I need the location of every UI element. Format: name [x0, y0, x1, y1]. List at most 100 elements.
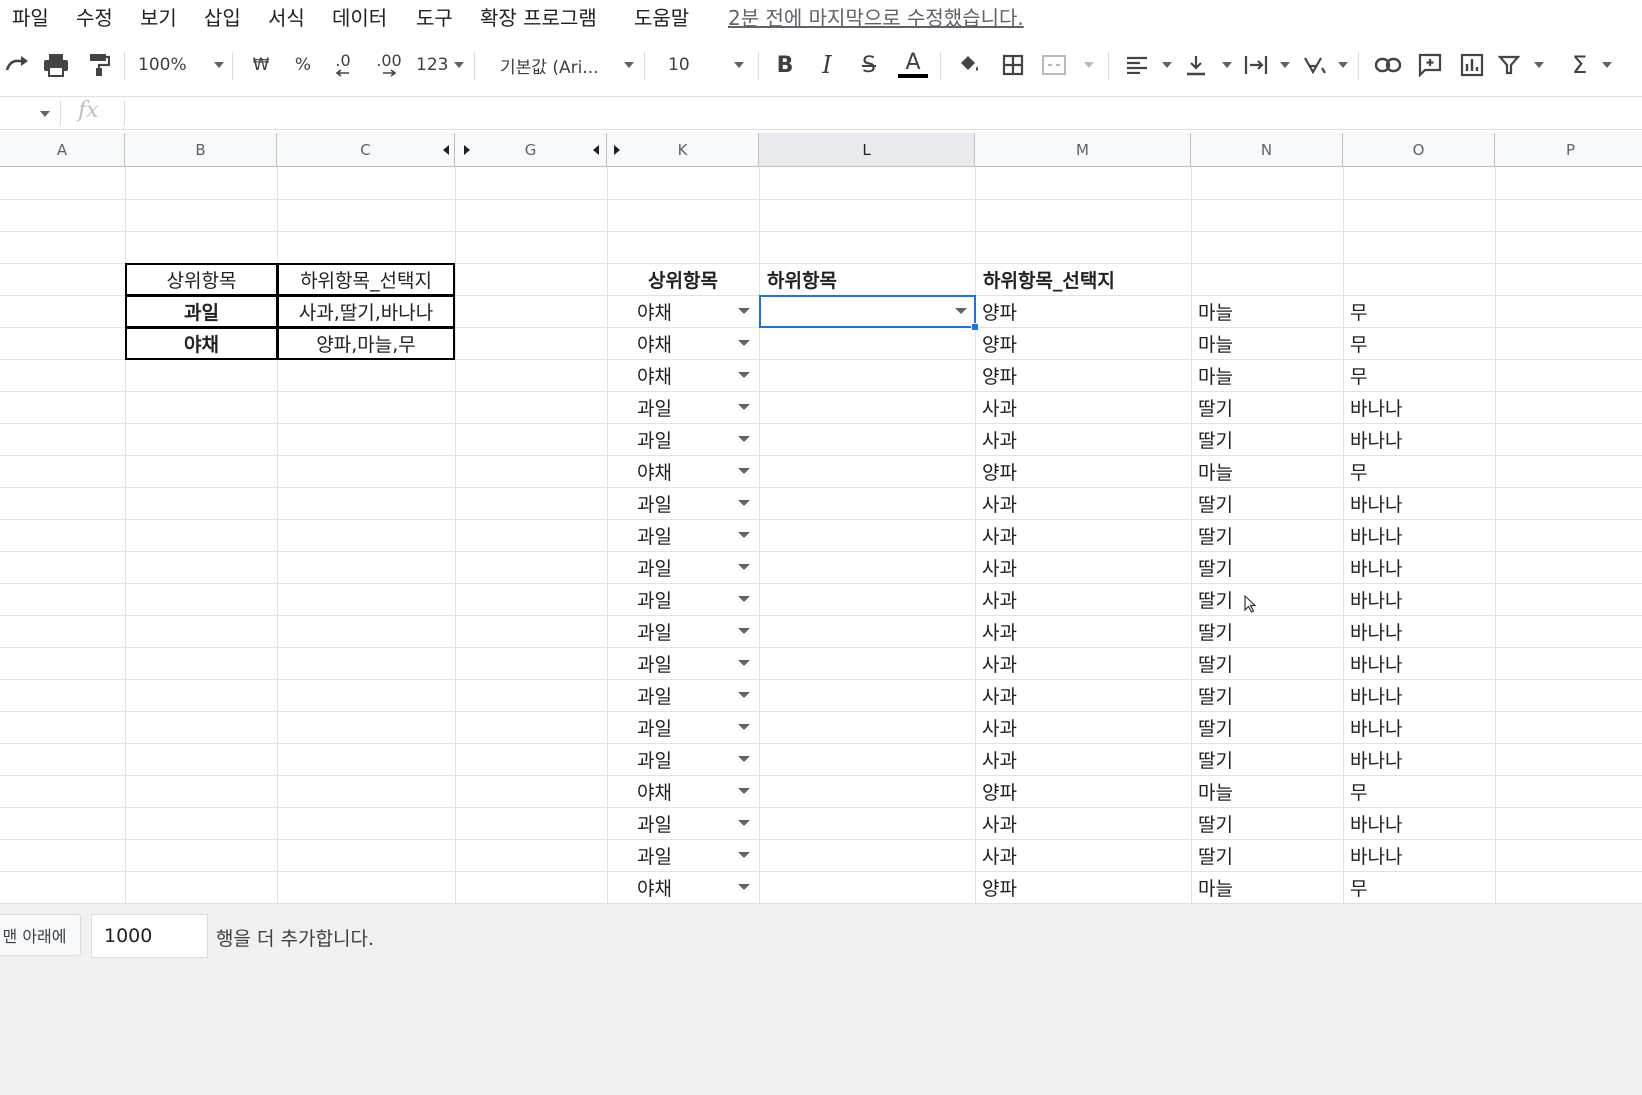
filter-button[interactable] — [1498, 48, 1544, 82]
menu-help[interactable]: 도움말 — [634, 2, 689, 31]
number-format-select[interactable]: 123 — [416, 48, 464, 82]
category-cell[interactable]: 과일 — [637, 615, 717, 647]
dropdown-arrow-icon[interactable] — [738, 724, 750, 730]
option-cell-n[interactable]: 딸기 — [1198, 423, 1340, 455]
lookup-header-cell[interactable]: 하위항목_선택지 — [277, 263, 455, 296]
paint-format-button[interactable] — [84, 48, 114, 82]
font-family-select[interactable]: 기본값 (Ari... — [500, 48, 634, 82]
text-wrap-button[interactable] — [1244, 48, 1290, 82]
option-cell-m[interactable]: 양파 — [982, 871, 1188, 903]
option-cell-m[interactable]: 사과 — [982, 519, 1188, 551]
menu-tools[interactable]: 도구 — [416, 2, 453, 31]
option-cell-n[interactable]: 딸기 — [1198, 807, 1340, 839]
option-cell-m[interactable]: 양파 — [982, 455, 1188, 487]
menu-data[interactable]: 데이터 — [332, 2, 387, 31]
category-cell[interactable]: 과일 — [637, 647, 717, 679]
column-header-n[interactable]: N — [1191, 133, 1343, 167]
subcategory-cell[interactable] — [767, 871, 947, 903]
header-cell-l[interactable]: 하위항목 — [767, 263, 973, 295]
menu-edit[interactable]: 수정 — [76, 2, 113, 31]
header-cell-k[interactable]: 상위항목 — [607, 263, 759, 295]
option-cell-n[interactable]: 딸기 — [1198, 487, 1340, 519]
category-cell[interactable]: 야채 — [637, 327, 717, 359]
menu-format[interactable]: 서식 — [268, 2, 305, 31]
option-cell-o[interactable]: 바나나 — [1350, 647, 1492, 679]
option-cell-n[interactable]: 딸기 — [1198, 711, 1340, 743]
dropdown-arrow-icon[interactable] — [738, 788, 750, 794]
dropdown-arrow-icon[interactable] — [738, 564, 750, 570]
category-cell[interactable]: 과일 — [637, 519, 717, 551]
subcategory-cell[interactable] — [767, 743, 947, 775]
print-button[interactable] — [40, 48, 72, 82]
option-cell-m[interactable]: 사과 — [982, 743, 1188, 775]
column-header-o[interactable]: O — [1343, 133, 1495, 167]
category-cell[interactable]: 과일 — [637, 807, 717, 839]
option-cell-m[interactable]: 양파 — [982, 359, 1188, 391]
active-cell-selection[interactable] — [759, 295, 976, 328]
option-cell-o[interactable]: 무 — [1350, 327, 1492, 359]
dropdown-arrow-icon[interactable] — [738, 660, 750, 666]
category-cell[interactable]: 야채 — [637, 775, 717, 807]
option-cell-n[interactable]: 마늘 — [1198, 871, 1340, 903]
lookup-category-cell[interactable]: 야채 — [125, 327, 278, 360]
option-cell-m[interactable]: 사과 — [982, 551, 1188, 583]
option-cell-o[interactable]: 무 — [1350, 775, 1492, 807]
dropdown-arrow-icon[interactable] — [738, 852, 750, 858]
borders-button[interactable] — [998, 48, 1028, 82]
dropdown-arrow-icon[interactable] — [738, 692, 750, 698]
column-header-p[interactable]: P — [1495, 133, 1642, 167]
column-header-c[interactable]: C — [277, 133, 455, 167]
option-cell-n[interactable]: 딸기 — [1198, 391, 1340, 423]
dropdown-arrow-icon[interactable] — [738, 468, 750, 474]
last-edit-link[interactable]: 2분 전에 마지막으로 수정했습니다. — [728, 2, 1024, 31]
category-cell[interactable]: 과일 — [637, 679, 717, 711]
category-cell[interactable]: 야채 — [637, 295, 717, 327]
option-cell-m[interactable]: 사과 — [982, 583, 1188, 615]
dropdown-arrow-icon[interactable] — [738, 308, 750, 314]
text-color-button[interactable]: A — [896, 48, 930, 82]
category-cell[interactable]: 과일 — [637, 487, 717, 519]
option-cell-n[interactable]: 딸기 — [1198, 647, 1340, 679]
dropdown-arrow-icon[interactable] — [738, 436, 750, 442]
option-cell-m[interactable]: 사과 — [982, 647, 1188, 679]
option-cell-n[interactable]: 딸기 — [1198, 839, 1340, 871]
formula-input[interactable] — [132, 99, 1632, 127]
category-cell[interactable]: 과일 — [637, 711, 717, 743]
insert-comment-button[interactable] — [1414, 48, 1446, 82]
increase-decimal-button[interactable]: .00 — [370, 48, 408, 82]
option-cell-n[interactable]: 딸기 — [1198, 583, 1340, 615]
fill-color-button[interactable] — [954, 48, 984, 82]
subcategory-cell[interactable] — [767, 775, 947, 807]
bold-button[interactable]: B — [770, 48, 800, 82]
option-cell-n[interactable]: 딸기 — [1198, 615, 1340, 647]
subcategory-cell[interactable] — [767, 615, 947, 647]
category-cell[interactable]: 과일 — [637, 391, 717, 423]
option-cell-o[interactable]: 바나나 — [1350, 487, 1492, 519]
lookup-category-cell[interactable]: 과일 — [125, 295, 278, 328]
option-cell-m[interactable]: 사과 — [982, 487, 1188, 519]
option-cell-o[interactable]: 바나나 — [1350, 711, 1492, 743]
option-cell-n[interactable]: 딸기 — [1198, 551, 1340, 583]
category-cell[interactable]: 과일 — [637, 551, 717, 583]
subcategory-cell[interactable] — [767, 487, 947, 519]
category-cell[interactable]: 야채 — [637, 359, 717, 391]
category-cell[interactable]: 과일 — [637, 839, 717, 871]
subcategory-cell[interactable] — [767, 423, 947, 455]
subcategory-cell[interactable] — [767, 711, 947, 743]
column-header-a[interactable]: A — [0, 133, 125, 167]
vertical-align-button[interactable] — [1186, 48, 1232, 82]
redo-button[interactable] — [2, 48, 32, 82]
option-cell-o[interactable]: 바나나 — [1350, 743, 1492, 775]
lookup-options-cell[interactable]: 양파,마늘,무 — [277, 327, 455, 360]
option-cell-o[interactable]: 바나나 — [1350, 839, 1492, 871]
header-cell-m[interactable]: 하위항목_선택지 — [983, 263, 1189, 295]
option-cell-n[interactable]: 마늘 — [1198, 455, 1340, 487]
italic-button[interactable]: I — [812, 48, 842, 82]
subcategory-cell[interactable] — [767, 647, 947, 679]
subcategory-cell[interactable] — [767, 839, 947, 871]
menu-file[interactable]: 파일 — [12, 2, 49, 31]
option-cell-m[interactable]: 사과 — [982, 807, 1188, 839]
font-size-select[interactable]: 10 — [668, 48, 744, 82]
text-rotation-button[interactable] — [1302, 48, 1348, 82]
menu-view[interactable]: 보기 — [140, 2, 177, 31]
